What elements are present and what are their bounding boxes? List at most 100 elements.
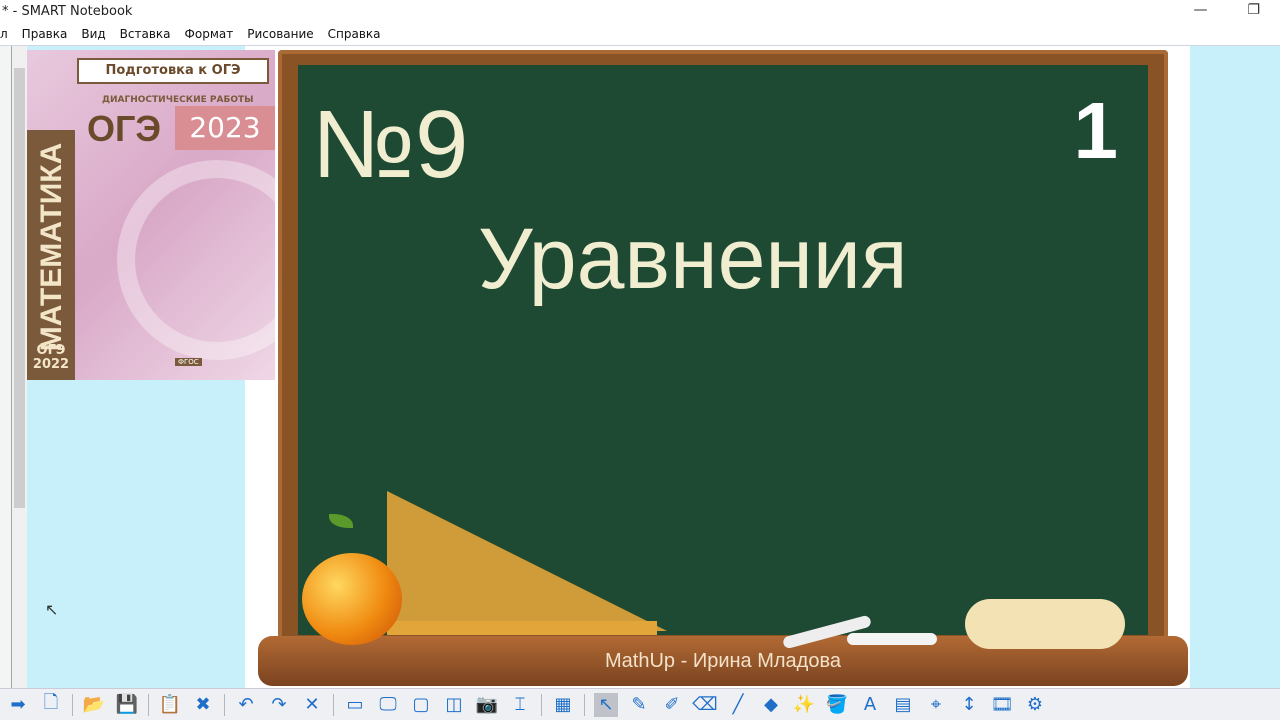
full-screen-icon: 🖵 [379,694,397,715]
paste-button[interactable]: 📋 [158,693,182,717]
dual-page-icon: ◫ [445,694,463,715]
page-canvas[interactable]: МАТЕМАТИКА ОГЭ 2022 Подготовка к ОГЭ ДИАГ… [27,46,1280,688]
title-bar: * - SMART Notebook — ❐ [0,0,1280,22]
book-subtitle: ДИАГНОСТИЧЕСКИЕ РАБОТЫ [102,95,254,105]
text-icon: A [863,694,877,715]
open-icon: 📂 [82,694,106,715]
decor-rings [117,160,275,360]
book-spine-exam: ОГЭ 2022 [29,344,73,372]
restore-button[interactable]: ❐ [1247,2,1260,18]
screen-capture-button[interactable]: 📷 [475,693,499,717]
board-eraser-image [965,599,1125,649]
add-page-icon: 🗋 [43,691,59,713]
pen-button[interactable]: ✎ [627,693,651,717]
transparent-bg-button[interactable]: ▢ [409,693,433,717]
menu-draw[interactable]: Рисование [247,27,313,45]
spine-exam: ОГЭ [36,343,66,358]
menu-view[interactable]: Вид [81,27,105,45]
scrollbar-thumb[interactable] [14,68,25,508]
book-series: Подготовка к ОГЭ [77,58,269,84]
document-camera-icon: ⌶ [514,694,526,715]
menu-insert[interactable]: Вставка [120,27,171,45]
menu-edit[interactable]: Правка [22,27,68,45]
toolbar-separator [148,693,149,716]
delete-icon: ✕ [304,694,320,715]
text-button[interactable]: A [858,693,882,717]
undo-button[interactable]: ↶ [234,693,258,717]
toolbar-separator [224,693,225,716]
redo-icon: ↷ [271,694,287,715]
dual-page-button[interactable]: ◫ [442,693,466,717]
apple-image [302,553,402,645]
toolbar-separator [72,693,73,716]
creative-pen-icon: ✐ [664,694,680,715]
line-button[interactable]: ╱ [726,693,750,717]
properties-icon: ▤ [894,694,912,715]
slide-heading[interactable]: Уравнения [478,210,908,309]
more-icon: ⚙ [1026,694,1044,715]
video-icon: 🎞 [990,694,1014,715]
more-button[interactable]: ⚙ [1023,693,1047,717]
minimize-button[interactable]: — [1193,2,1207,18]
delete-page-button[interactable]: ✖ [191,693,215,717]
pen-icon: ✎ [631,694,647,715]
side-tabs[interactable] [0,46,12,688]
document-camera-button[interactable]: ⌶ [508,693,532,717]
next-page-icon: ➡ [10,694,26,715]
measurement-button[interactable]: ⌖ [924,693,948,717]
vertical-scrollbar[interactable] [12,46,27,688]
save-icon: 💾 [115,694,139,715]
save-button[interactable]: 💾 [115,693,139,717]
menu-format[interactable]: Формат [185,27,234,45]
table-icon: ▦ [554,694,572,715]
move-toolbar-icon: ↕ [961,694,977,715]
book-badge: ФГОС [175,358,202,366]
ruler-image [387,621,657,635]
magic-pen-button[interactable]: ✨ [792,693,816,717]
toolbar-separator [333,693,334,716]
select-button[interactable]: ↖ [594,692,618,717]
eraser-button[interactable]: ⌫ [692,693,718,717]
book-spine: МАТЕМАТИКА ОГЭ 2022 [27,130,75,380]
measurement-icon: ⌖ [930,694,942,715]
full-screen-button[interactable]: 🖵 [376,693,400,717]
shapes-button[interactable]: ◆ [759,693,783,717]
mouse-cursor-icon: ↖ [45,600,59,619]
task-number[interactable]: №9 [312,90,468,200]
spine-year: 2022 [32,357,70,372]
eraser-icon: ⌫ [692,694,718,715]
screen-capture-icon: 📷 [475,694,499,715]
author-credit[interactable]: MathUp - Ирина Младова [258,650,1188,673]
screen-shade-icon: ▭ [346,694,364,715]
book-cover-image[interactable]: МАТЕМАТИКА ОГЭ 2022 Подготовка к ОГЭ ДИАГ… [27,50,275,380]
move-toolbar-button[interactable]: ↕ [957,693,981,717]
delete-button[interactable]: ✕ [300,693,324,717]
next-page-button[interactable]: ➡ [6,693,30,717]
delete-page-icon: ✖ [195,694,211,715]
transparent-bg-icon: ▢ [412,694,430,715]
screen-shade-button[interactable]: ▭ [343,693,367,717]
video-button[interactable]: 🎞 [990,693,1014,717]
menu-file[interactable]: л [0,27,8,45]
redo-button[interactable]: ↷ [267,693,291,717]
undo-icon: ↶ [238,694,254,715]
menu-bar: л Правка Вид Вставка Формат Рисование Сп… [0,22,1280,46]
toolbar-separator [584,693,585,716]
shapes-icon: ◆ [764,694,778,715]
set-square-image [387,491,667,631]
creative-pen-button[interactable]: ✐ [660,693,684,717]
add-page-button[interactable]: 🗋 [39,691,63,717]
table-button[interactable]: ▦ [551,693,575,717]
book-exam: ОГЭ [87,108,162,149]
fill-icon: 🪣 [825,694,849,715]
open-button[interactable]: 📂 [82,693,106,717]
menu-help[interactable]: Справка [328,27,381,45]
select-icon: ↖ [598,694,614,715]
line-icon: ╱ [732,694,744,715]
toolbar-separator [541,693,542,716]
fill-button[interactable]: 🪣 [825,693,849,717]
page-number[interactable]: 1 [1074,85,1119,177]
magic-pen-icon: ✨ [792,694,816,715]
properties-button[interactable]: ▤ [891,693,915,717]
window-title: * - SMART Notebook [2,4,133,19]
